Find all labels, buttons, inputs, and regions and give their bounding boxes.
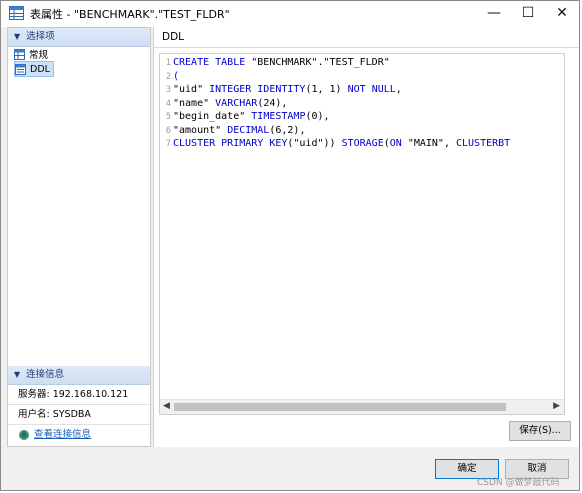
code-lines: 1 CREATE TABLE "BENCHMARK"."TEST_FLDR" 2(… xyxy=(160,57,510,152)
line-number: 5 xyxy=(165,112,171,122)
nav-item-label: 常规 xyxy=(29,50,49,61)
save-button[interactable]: 保存(S)... xyxy=(509,421,571,441)
nav-item-ddl[interactable]: DDL xyxy=(14,61,54,77)
line-number: 3 xyxy=(165,85,171,95)
code-line: 7 CLUSTER PRIMARY KEY("uid")) STORAGE(ON … xyxy=(160,138,510,152)
code-line: 4 "name" VARCHAR(24), xyxy=(160,98,510,112)
ddl-icon xyxy=(15,63,26,75)
server-info: 服务器: 192.168.10.121 xyxy=(8,385,150,405)
connection-section-header[interactable]: ▼ 连接信息 xyxy=(8,366,150,385)
code-line: 2( xyxy=(160,71,510,85)
code-line: 1 CREATE TABLE "BENCHMARK"."TEST_FLDR" xyxy=(160,57,510,71)
options-section-header[interactable]: ▼ 选择项 xyxy=(8,28,150,47)
panel-title: DDL xyxy=(162,31,185,43)
connection-icon xyxy=(19,430,29,440)
view-connection-link[interactable]: 查看连接信息 xyxy=(34,425,91,445)
divider xyxy=(154,47,579,48)
scrollbar-thumb[interactable] xyxy=(174,403,506,411)
nav-item-label: DDL xyxy=(30,63,50,75)
collapse-triangle-icon: ▼ xyxy=(14,32,21,41)
title-bar: 表属性 - "BENCHMARK"."TEST_FLDR" — ☐ ✕ xyxy=(1,1,579,27)
left-panel: ▼ 选择项 常规 DDL ▼ 连接信息 服务器: 192.168.10.121 xyxy=(7,27,151,447)
line-number: 7 xyxy=(165,139,171,149)
line-number: 6 xyxy=(165,125,171,136)
line-number: 4 xyxy=(165,98,171,109)
line-number: 1 xyxy=(165,58,171,68)
connection-header-label: 连接信息 xyxy=(26,369,65,380)
close-button[interactable]: ✕ xyxy=(545,1,579,25)
watermark: CSDN @做梦敲代码 xyxy=(477,478,560,488)
line-number: 2 xyxy=(165,71,171,82)
scroll-left-icon[interactable]: ◀ xyxy=(163,401,170,411)
collapse-triangle-icon: ▼ xyxy=(14,370,21,379)
user-info: 用户名: SYSDBA xyxy=(8,405,150,425)
table-icon xyxy=(14,48,25,60)
nav-item-general[interactable]: 常规 xyxy=(14,47,51,61)
options-header-label: 选择项 xyxy=(26,31,55,42)
right-panel: DDL 1 CREATE TABLE "BENCHMARK"."TEST_FLDR… xyxy=(153,27,579,447)
ddl-editor[interactable]: 1 CREATE TABLE "BENCHMARK"."TEST_FLDR" 2(… xyxy=(159,53,565,415)
code-line: 6 "amount" DECIMAL(6,2), xyxy=(160,125,510,139)
maximize-button[interactable]: ☐ xyxy=(511,1,545,25)
scroll-right-icon[interactable]: ▶ xyxy=(553,401,560,411)
code-line: 5 "begin_date" TIMESTAMP(0), xyxy=(160,111,510,125)
code-line: 3 "uid" INTEGER IDENTITY(1, 1) NOT NULL, xyxy=(160,84,510,98)
table-icon xyxy=(9,6,24,20)
horizontal-scrollbar[interactable]: ◀ ▶ xyxy=(160,399,564,414)
table-properties-dialog: 表属性 - "BENCHMARK"."TEST_FLDR" — ☐ ✕ ▼ 选择项… xyxy=(0,0,580,491)
window-title: 表属性 - "BENCHMARK"."TEST_FLDR" xyxy=(30,8,230,21)
minimize-button[interactable]: — xyxy=(477,1,511,25)
view-connection-row[interactable]: 查看连接信息 xyxy=(8,425,150,445)
